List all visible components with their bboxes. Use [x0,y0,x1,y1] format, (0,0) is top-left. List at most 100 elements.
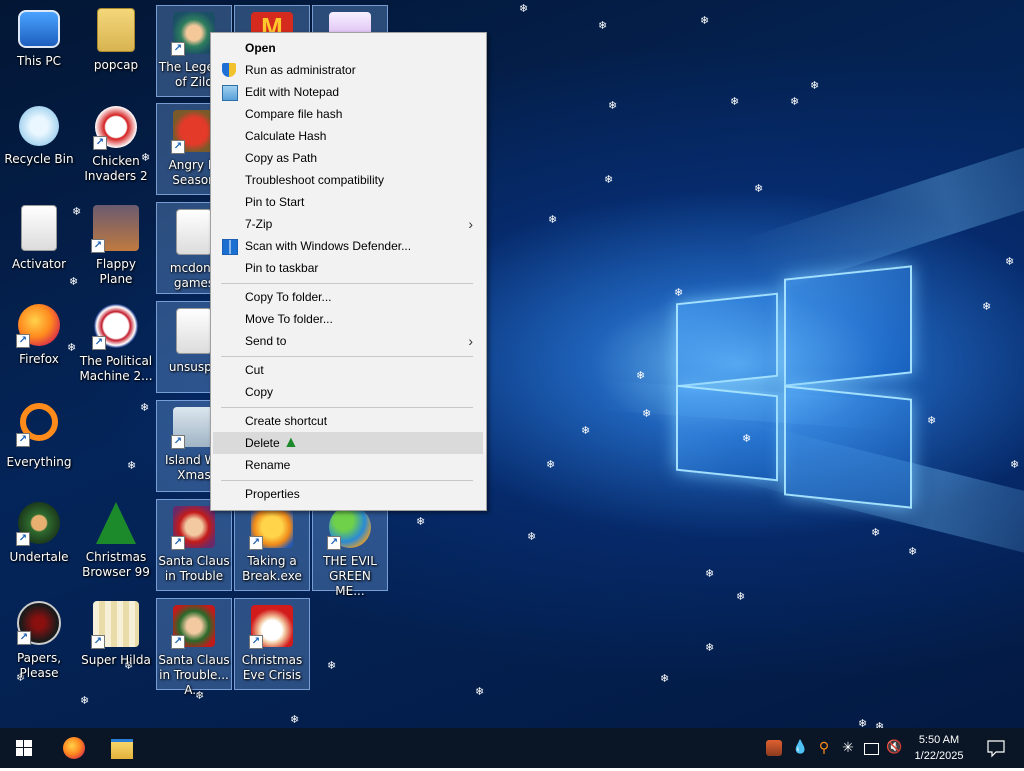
snowflake: ❄ [581,424,591,437]
menu-item-calculate-hash[interactable]: Calculate Hash [213,125,483,147]
snowflake: ❄ [660,672,670,685]
menu-item-open[interactable]: Open [213,37,483,59]
icon-label: This PC [17,54,61,68]
snowflake: ❄ [546,458,556,471]
action-center-icon [987,740,1005,758]
folder-icon [176,209,212,255]
flappy-plane-icon: ↗ [91,205,139,253]
shortcut-arrow-icon: ↗ [249,635,263,649]
desktop-icon-papers-please[interactable]: ↗ Papers, Please [1,595,77,687]
taking-a-break-icon: ↗ [249,506,293,550]
context-menu: Open Run as administrator Edit with Note… [210,32,487,511]
windows-logo-pane [784,265,912,387]
desktop-icon-flappy-plane[interactable]: ↗ Flappy Plane [78,199,154,291]
snowflake: ❄ [736,590,746,603]
icon-label: Christmas Eve Crisis [241,653,303,682]
menu-item-copy-as-path[interactable]: Copy as Path [213,147,483,169]
chicken-invaders-icon: ↗ [93,106,137,150]
menu-item-send-to[interactable]: Send to › [213,330,483,352]
icon-label: Flappy Plane [96,257,136,286]
desktop-icon-this-pc[interactable]: This PC [1,2,77,94]
menu-item-troubleshoot-compatibility[interactable]: Troubleshoot compatibility [213,169,483,191]
menu-item-label: 7-Zip [245,217,273,231]
desktop-icon-christmas-eve-crisis[interactable]: ↗ Christmas Eve Crisis [234,598,310,690]
taskbar-firefox-button[interactable] [50,728,98,768]
menu-item-label: Properties [245,487,300,501]
drop-icon[interactable]: 💧 [792,740,808,756]
desktop-icon-taking-a-break[interactable]: ↗ Taking a Break.exe [234,499,310,591]
menu-item-label: Pin to Start [245,195,305,209]
snowflake: ❄ [290,713,300,726]
menu-item-pin-to-start[interactable]: Pin to Start [213,191,483,213]
desktop-icon-activator[interactable]: Activator [1,199,77,291]
menu-item-copy[interactable]: Copy [213,381,483,403]
icon-label: popcap [93,58,139,72]
santa-icon: ↗ [171,506,215,550]
undertale-icon: ↗ [16,502,60,546]
chevron-right-icon: › [468,333,473,349]
snowflake: ❄ [742,432,752,445]
shortcut-arrow-icon: ↗ [91,239,105,253]
icon-label: Undertale [9,550,69,564]
defender-icon [222,239,238,255]
shortcut-arrow-icon: ↗ [171,140,185,154]
menu-item-compare-file-hash[interactable]: Compare file hash [213,103,483,125]
menu-item-label: Copy [245,385,274,399]
menu-item-copy-to-folder[interactable]: Copy To folder... [213,286,483,308]
menu-item-label: Copy as Path [245,151,318,165]
taskbar-file-explorer-button[interactable] [98,728,146,768]
menu-item-cut[interactable]: Cut [213,359,483,381]
search-tray-icon[interactable]: ⚲ [816,740,832,756]
menu-item-run-as-administrator[interactable]: Run as administrator [213,59,483,81]
clock[interactable]: 5:50 AM 1/22/2025 [906,732,972,764]
snowflake-tray-icon[interactable]: ✳ [840,740,856,756]
desktop-icon-santa-claus-in-trouble-again[interactable]: ↗ Santa Claus in Trouble... A... [156,598,232,697]
volume-muted-icon[interactable]: 🔇 [886,740,902,756]
menu-item-rename[interactable]: Rename [213,454,483,476]
menu-item-pin-to-taskbar[interactable]: Pin to taskbar [213,257,483,279]
snowflake: ❄ [790,95,800,108]
menu-item-label: Run as administrator [245,63,356,77]
desktop-icon-popcap[interactable]: popcap [78,2,154,94]
desktop-icon-evil-green-me[interactable]: ↗ THE EVIL GREEN ME... [312,499,388,598]
app-tray-icon[interactable] [766,740,782,756]
network-icon[interactable] [864,743,879,755]
clock-time: 5:50 AM [918,734,960,746]
shield-icon [222,63,236,77]
menu-separator [221,283,473,284]
menu-item-properties[interactable]: Properties [213,483,483,505]
snowflake: ❄ [858,717,868,728]
snowflake: ❄ [705,567,715,580]
desktop-icon-everything[interactable]: ↗ Everything [1,397,77,489]
desktop-icon-christmas-browser[interactable]: Christmas Browser 99 [78,496,154,588]
menu-item-delete[interactable]: Delete ▲ [213,432,483,454]
shortcut-arrow-icon: ↗ [16,433,30,447]
this-pc-icon [18,10,60,48]
desktop-icon-santa-claus-in-trouble[interactable]: ↗ Santa Claus in Trouble [156,499,232,591]
snowflake: ❄ [908,545,918,558]
recycle-bin-icon [19,106,59,146]
firefox-icon [63,737,85,759]
icon-label: THE EVIL GREEN ME... [323,554,377,598]
menu-item-label: Troubleshoot compatibility [245,173,384,187]
desktop-icon-political-machine[interactable]: ↗ The Political Machine 2... [78,298,154,390]
icon-label: Chicken Invaders 2 [84,154,148,183]
angry-birds-icon: ↗ [171,110,215,154]
desktop-icon-firefox[interactable]: ↗ Firefox [1,298,77,390]
menu-item-edit-with-notepad[interactable]: Edit with Notepad [213,81,483,103]
desktop-icon-chicken-invaders[interactable]: ↗ Chicken Invaders 2 [78,100,154,192]
snowflake: ❄ [416,515,426,528]
menu-item-label: Delete [245,436,280,450]
menu-item-move-to-folder[interactable]: Move To folder... [213,308,483,330]
chevron-right-icon: › [468,216,473,232]
snowflake: ❄ [1010,458,1020,471]
desktop-icon-undertale[interactable]: ↗ Undertale [1,496,77,588]
desktop-icon-recycle-bin[interactable]: Recycle Bin [1,100,77,192]
action-center-button[interactable] [976,728,1016,768]
papers-please-icon: ↗ [17,601,61,645]
menu-item-7zip[interactable]: 7-Zip › [213,213,483,235]
start-button[interactable] [0,728,48,768]
menu-item-create-shortcut[interactable]: Create shortcut [213,410,483,432]
desktop-icon-super-hilda[interactable]: ↗ Super Hilda [78,595,154,687]
menu-item-scan-with-defender[interactable]: Scan with Windows Defender... [213,235,483,257]
